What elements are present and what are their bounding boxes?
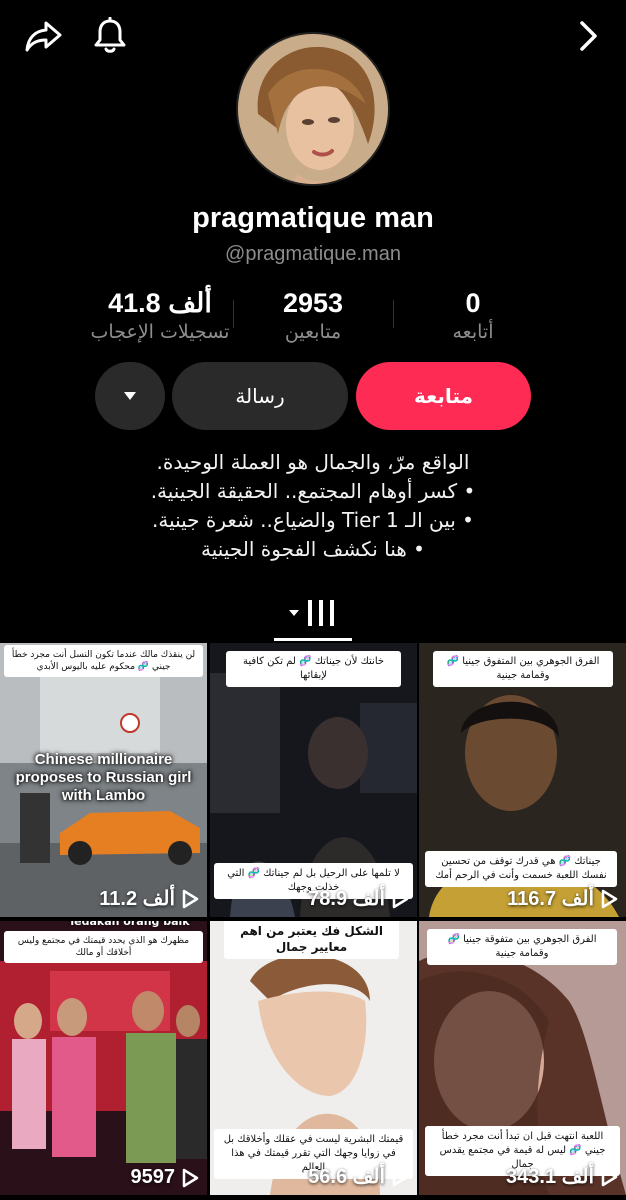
followers-label: متابعين <box>284 321 342 343</box>
video-thumbnail[interactable]: الفرق الجوهري بين متفوقة جينيا 🧬 وقمامة … <box>419 921 626 1195</box>
avatar[interactable] <box>236 32 390 186</box>
view-count: 11.2 ألف <box>99 886 199 911</box>
bell-icon[interactable] <box>88 14 132 58</box>
following-stat[interactable]: 0 أتابعه <box>398 288 548 343</box>
view-count: 56.6 ألف <box>308 1164 409 1189</box>
view-count-value: 11.2 ألف <box>99 888 175 910</box>
following-count: 0 <box>465 288 481 318</box>
avatar-image <box>238 34 388 184</box>
video-caption-top: مظهرك هو الذي يحدد قيمتك في مجتمع وليس أ… <box>4 931 203 963</box>
caret-down-icon <box>124 392 136 400</box>
message-button[interactable]: رسالة <box>172 362 348 430</box>
video-caption-top: الفرق الجوهري بين المتفوق جينيا 🧬 وقمامة… <box>433 651 613 687</box>
video-overlay-text: Chinese millionaire proposes to Russian … <box>15 751 192 804</box>
username-handle: @pragmatique.man <box>225 243 401 265</box>
more-options-button[interactable] <box>95 362 165 430</box>
stat-divider <box>233 300 234 328</box>
followers-count: 2953 <box>282 288 344 318</box>
likes-stat[interactable]: 41.8 ألف تسجيلات الإعجاب <box>80 288 240 343</box>
play-icon <box>182 889 199 908</box>
followers-stat[interactable]: 2953 متابعين <box>238 288 388 343</box>
bio-line: • كسر أوهام المجتمع.. الحقيقة الجينية. <box>150 479 476 503</box>
play-icon <box>601 889 618 908</box>
view-count: 78.9 ألف <box>308 886 409 911</box>
active-tab-indicator <box>274 638 352 641</box>
view-count-value: 9597 <box>130 1166 176 1188</box>
video-caption-top: الفرق الجوهري بين متفوقة جينيا 🧬 وقمامة … <box>427 929 617 965</box>
bio-line: • هنا نكشف الفجوة الجينية <box>201 537 425 561</box>
video-caption-top: الشكل فك يعتبر من اهم معايير جمال <box>224 921 399 959</box>
view-count: 9597 <box>131 1166 200 1189</box>
view-count-value: 116.7 ألف <box>507 888 594 910</box>
videos-grid-icon[interactable] <box>286 598 346 628</box>
display-name: pragmatique man <box>192 202 434 234</box>
chevron-right-icon[interactable] <box>566 14 610 58</box>
bio-line: • بين الـ Tier 1 والضياع.. شعرة جينية. <box>152 508 474 532</box>
video-thumbnail[interactable]: ledakan orang baik yg مظهرك هو الذي يحدد… <box>0 921 207 1195</box>
view-count-value: 56.6 ألف <box>308 1166 385 1188</box>
follow-button[interactable]: متابعة <box>356 362 531 430</box>
tab-bar <box>0 596 626 640</box>
view-count-value: 78.9 ألف <box>308 888 385 910</box>
play-icon <box>182 1168 199 1187</box>
play-icon <box>601 1167 618 1186</box>
video-grid: الفرق الجوهري بين المتفوق جينيا 🧬 وقمامة… <box>0 643 626 1200</box>
share-arrow-icon[interactable] <box>22 14 66 58</box>
following-label: أتابعه <box>452 321 494 343</box>
view-count: 343.1 ألف <box>506 1164 618 1189</box>
play-icon <box>392 889 409 908</box>
bio: الواقع مرّ، والجمال هو العملة الوحيدة. •… <box>60 448 566 564</box>
video-thumbnail[interactable]: الشكل فك يعتبر من اهم معايير جمال قيمتك … <box>210 921 417 1195</box>
view-count-value: 343.1 ألف <box>506 1166 594 1188</box>
video-thumbnail[interactable]: الفرق الجوهري بين المتفوق جينيا 🧬 وقمامة… <box>419 643 626 917</box>
bio-line: الواقع مرّ، والجمال هو العملة الوحيدة. <box>156 450 470 474</box>
likes-label: تسجيلات الإعجاب <box>90 321 230 343</box>
likes-count: 41.8 ألف <box>108 288 212 318</box>
video-thumbnail[interactable]: خانتك لأن جيناتك 🧬 لم تكن كافية لإبقائها… <box>210 643 417 917</box>
video-caption-top: خانتك لأن جيناتك 🧬 لم تكن كافية لإبقائها <box>226 651 401 687</box>
view-count: 116.7 ألف <box>507 886 618 911</box>
play-icon <box>392 1167 409 1186</box>
video-caption-bottom: جيناتك 🧬 هي قدرك توقف من تحسين نفسك اللع… <box>425 851 617 887</box>
video-thumbnail[interactable]: لن ينقذك مالك عندما تكون النسل أنت مجرد … <box>0 643 207 917</box>
video-caption-top: لن ينقذك مالك عندما تكون النسل أنت مجرد … <box>4 645 203 677</box>
stat-divider <box>393 300 394 328</box>
